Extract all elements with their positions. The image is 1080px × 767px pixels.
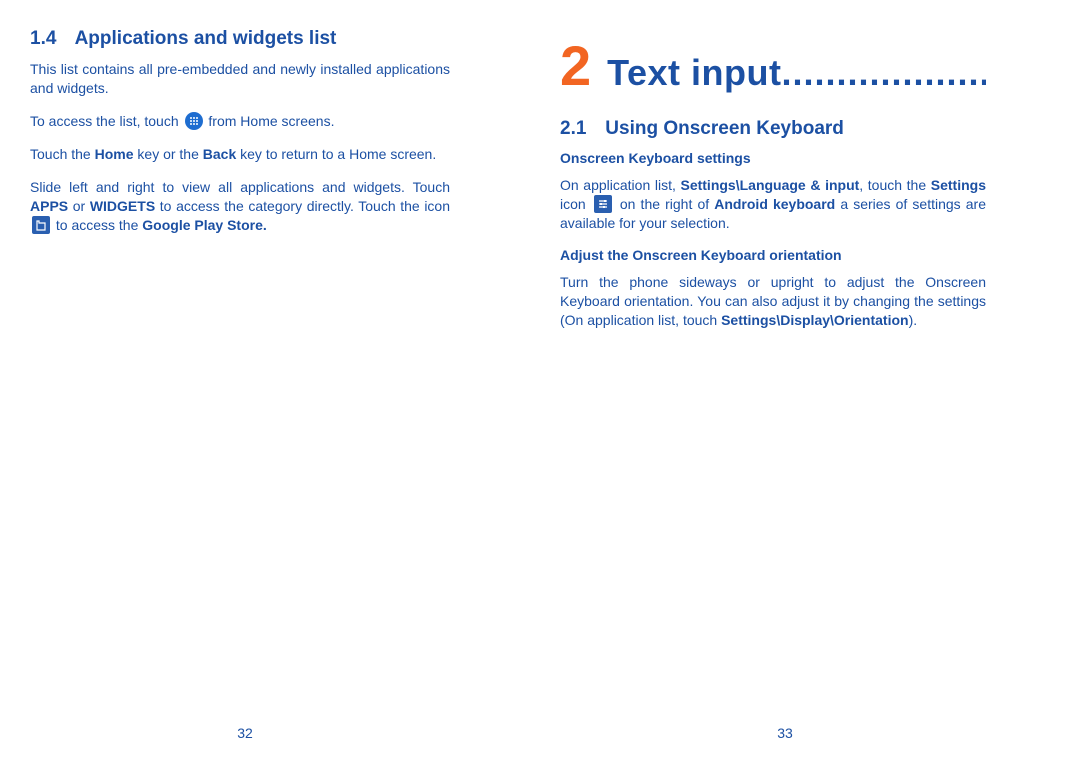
- settings-sliders-icon: [594, 195, 612, 213]
- bold-play-store: Google Play Store.: [142, 217, 266, 233]
- text: key to return to a Home screen.: [236, 146, 436, 162]
- text: ).: [909, 312, 918, 328]
- text: to access the category directly. Touch t…: [155, 198, 450, 214]
- apps-grid-icon: [185, 112, 203, 130]
- chapter-heading: 2 Text input ...........................…: [560, 38, 986, 94]
- page-number-left: 32: [0, 725, 490, 741]
- paragraph: Touch the Home key or the Back key to re…: [30, 145, 450, 164]
- chapter-title: Text input: [607, 52, 781, 94]
- text: Slide left and right to view all applica…: [30, 179, 450, 195]
- subheading-orientation: Adjust the Onscreen Keyboard orientation: [560, 247, 986, 263]
- text: or: [68, 198, 90, 214]
- subheading-keyboard-settings: Onscreen Keyboard settings: [560, 150, 986, 166]
- section-title: Applications and widgets list: [75, 28, 337, 49]
- bold-home: Home: [95, 146, 134, 162]
- bold-android-keyboard: Android keyboard: [714, 196, 835, 212]
- section-heading-2-1: 2.1 Using Onscreen Keyboard: [560, 118, 986, 140]
- section-heading-1-4: 1.4 Applications and widgets list: [30, 28, 450, 50]
- page-right: 2 Text input ...........................…: [540, 0, 1030, 767]
- text: key or the: [134, 146, 203, 162]
- paragraph: Slide left and right to view all applica…: [30, 178, 450, 235]
- section-number: 2.1: [560, 118, 600, 140]
- bold-path-display-orientation: Settings\Display\Orientation: [721, 312, 908, 328]
- text: on the right of: [620, 196, 714, 212]
- section-title: Using Onscreen Keyboard: [605, 118, 844, 139]
- section-number: 1.4: [30, 28, 70, 50]
- page-left: 1.4 Applications and widgets list This l…: [0, 0, 490, 767]
- text: , touch the: [859, 177, 930, 193]
- paragraph: On application list, Settings\Language &…: [560, 176, 986, 233]
- bold-apps: APPS: [30, 198, 68, 214]
- text: Touch the: [30, 146, 95, 162]
- bold-path-lang-input: Settings\Language & input: [680, 177, 859, 193]
- bold-widgets: WIDGETS: [90, 198, 155, 214]
- text: On application list,: [560, 177, 680, 193]
- chapter-number: 2: [560, 38, 591, 94]
- chapter-dots: .............................: [781, 52, 986, 94]
- paragraph: Turn the phone sideways or upright to ad…: [560, 273, 986, 330]
- bold-settings: Settings: [931, 177, 986, 193]
- paragraph: To access the list, touch from Home scre…: [30, 112, 450, 131]
- play-store-icon: [32, 216, 50, 234]
- text: icon: [560, 196, 591, 212]
- text: from Home screens.: [208, 113, 334, 129]
- paragraph: This list contains all pre-embedded and …: [30, 60, 450, 98]
- text: To access the list, touch: [30, 113, 183, 129]
- page-number-right: 33: [540, 725, 1030, 741]
- text: to access the: [56, 217, 142, 233]
- bold-back: Back: [203, 146, 236, 162]
